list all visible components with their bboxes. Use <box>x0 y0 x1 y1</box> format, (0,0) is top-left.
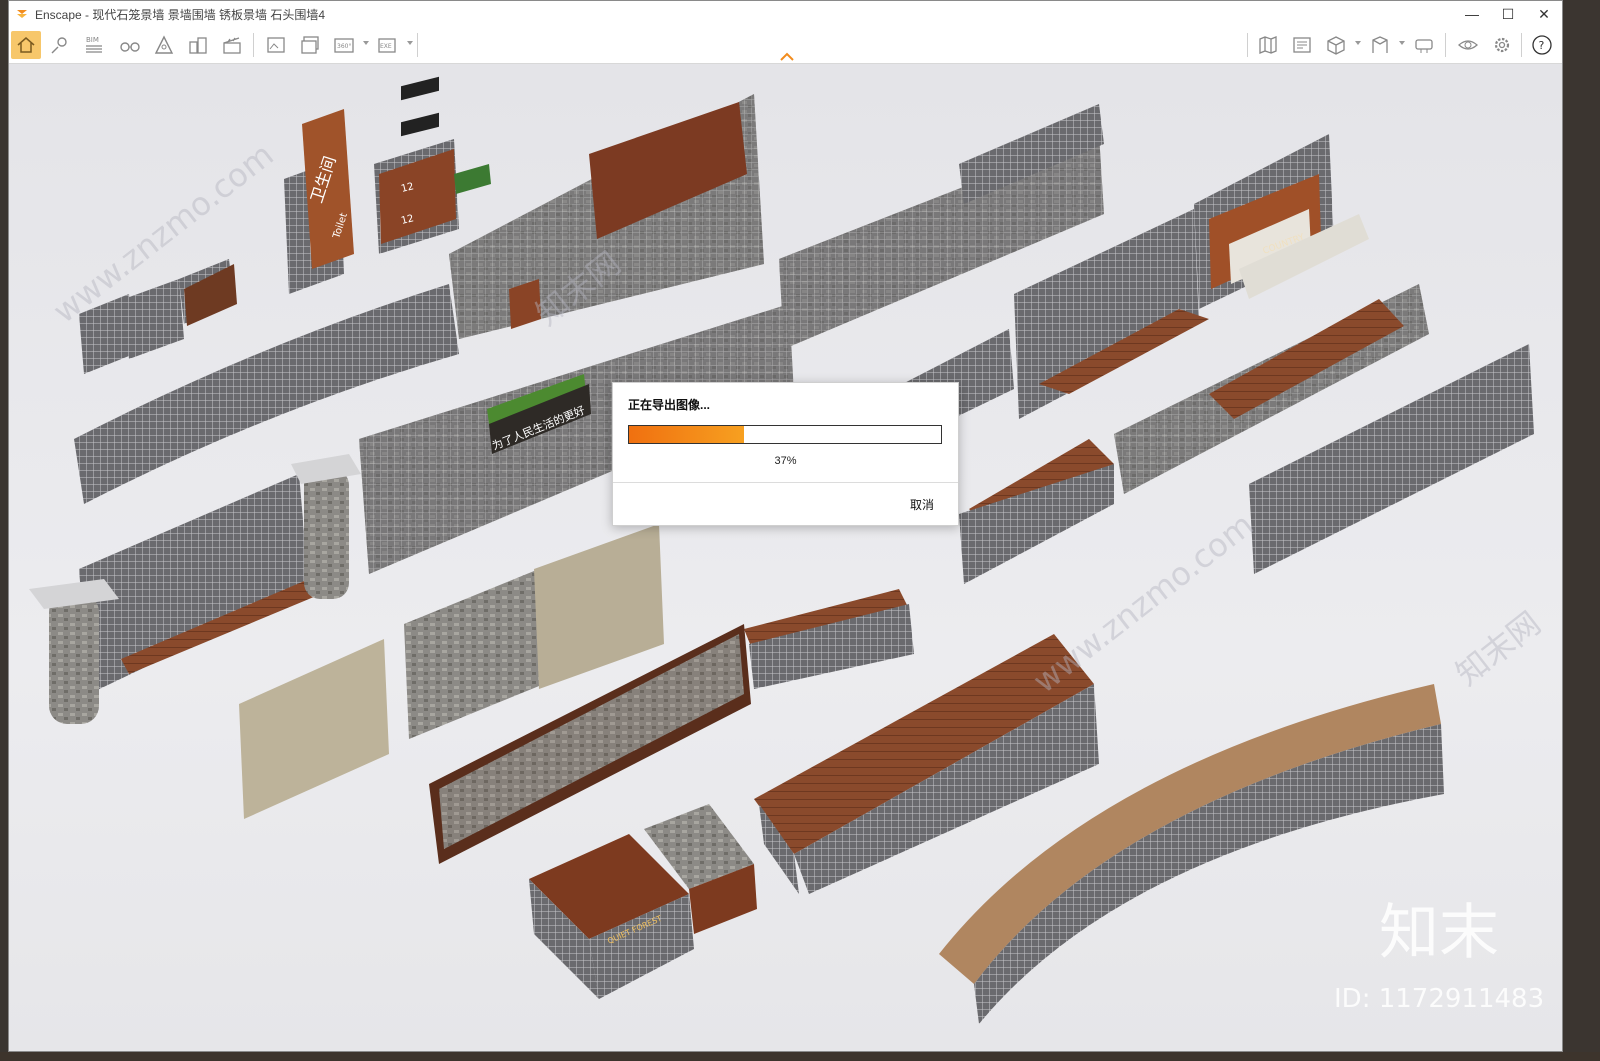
section-cube-button[interactable] <box>1321 31 1351 59</box>
orthographic-button[interactable] <box>1365 31 1395 59</box>
settings-button[interactable] <box>1487 31 1517 59</box>
toolbar-separator <box>1247 33 1248 57</box>
window-title: Enscape - 现代石笼景墙 景墙围墙 锈板景墙 石头围墙4 <box>35 7 326 22</box>
svg-text:?: ? <box>1539 39 1545 52</box>
quiet-forest-sign <box>529 804 757 999</box>
batch-render-button[interactable] <box>295 31 325 59</box>
svg-text:360°: 360° <box>337 43 351 50</box>
maximize-button[interactable]: ☐ <box>1490 1 1526 27</box>
progress-percent-label: 37% <box>774 455 797 467</box>
buildings-icon <box>189 37 207 54</box>
mountain-icon <box>154 35 174 54</box>
vr-headset-button[interactable] <box>1409 31 1439 59</box>
desktop-background-bottom <box>0 1052 1600 1061</box>
views-button[interactable] <box>45 31 75 59</box>
rust-sign-wall <box>449 94 764 339</box>
desktop-background-right <box>1563 0 1600 1061</box>
enscape-logo-icon <box>17 10 27 18</box>
dialog-title: 正在导出图像... <box>628 398 711 412</box>
ortho-dropdown-icon[interactable] <box>1399 41 1405 45</box>
exe-export-icon: EXE <box>378 38 396 53</box>
video-editor-button[interactable] <box>217 31 247 59</box>
panorama-360-icon: 360° <box>334 38 354 53</box>
gallery-icon <box>1293 37 1311 53</box>
visual-settings-button[interactable] <box>1453 31 1483 59</box>
atmosphere-button[interactable] <box>149 31 179 59</box>
close-button[interactable]: ✕ <box>1526 1 1562 27</box>
panorama-button[interactable]: 360° <box>329 31 359 59</box>
image-export-icon <box>267 37 285 53</box>
gabion-wall-bench <box>1014 209 1209 419</box>
minimize-button[interactable]: — <box>1454 1 1490 27</box>
gear-icon <box>1494 37 1510 53</box>
svg-text:EXE: EXE <box>380 43 392 50</box>
screenshot-button[interactable] <box>261 31 291 59</box>
export-progress-dialog: 正在导出图像... 37% 取消 <box>612 382 959 526</box>
cancel-button[interactable]: 取消 <box>910 496 934 513</box>
home-icon <box>17 37 35 53</box>
assets-button[interactable] <box>183 31 213 59</box>
map-view-button[interactable] <box>1253 31 1283 59</box>
cube-icon <box>1327 36 1345 55</box>
country-sign <box>1194 134 1369 309</box>
watermark-brand: 知末 <box>1379 898 1499 968</box>
enscape-window: Enscape - 现代石笼景墙 景墙围墙 锈板景墙 石头围墙4 — ☐ ✕ B… <box>8 0 1563 1052</box>
toolbar-separator <box>253 33 254 57</box>
orthographic-icon <box>1372 36 1388 53</box>
export-dropdown-icon[interactable] <box>407 41 413 45</box>
render-viewport[interactable]: 卫生间 Toilet 12 12 为了人民生活的更好 QUIET FOREST … <box>9 64 1562 1051</box>
home-button[interactable] <box>11 31 41 59</box>
panorama-dropdown-icon[interactable] <box>363 41 369 45</box>
map-pin-icon <box>51 37 67 54</box>
export-exe-button[interactable]: EXE <box>373 31 403 59</box>
vr-headset-icon <box>1415 39 1433 53</box>
toolbar-separator <box>417 33 418 57</box>
capture-manager-button[interactable] <box>1287 31 1317 59</box>
cube-dropdown-icon[interactable] <box>1355 41 1361 45</box>
collapse-toolbar-chevron-icon[interactable] <box>779 51 795 63</box>
toolbar-separator <box>1445 33 1446 57</box>
bim-button[interactable]: BIM <box>79 31 109 59</box>
map-icon <box>1259 36 1277 54</box>
binoculars-icon <box>120 42 140 52</box>
help-button[interactable]: ? <box>1527 31 1557 59</box>
eye-icon <box>1458 40 1478 50</box>
toolbar-separator <box>1521 33 1522 57</box>
title-bar: Enscape - 现代石笼景墙 景墙围墙 锈板景墙 石头围墙4 — ☐ ✕ <box>9 1 1562 27</box>
svg-text:BIM: BIM <box>86 36 99 44</box>
binoculars-button[interactable] <box>115 31 145 59</box>
progress-fill <box>629 426 745 443</box>
dialog-divider <box>613 482 958 483</box>
clapperboard-icon <box>223 37 241 54</box>
batch-image-icon <box>301 36 319 54</box>
bim-icon: BIM <box>86 36 102 53</box>
help-icon: ? <box>1532 35 1552 55</box>
watermark-id: ID: 1172911483 <box>1334 984 1545 1014</box>
export-progress-bar <box>628 425 942 444</box>
scene-render: 卫生间 Toilet 12 12 为了人民生活的更好 QUIET FOREST … <box>29 76 1534 1024</box>
